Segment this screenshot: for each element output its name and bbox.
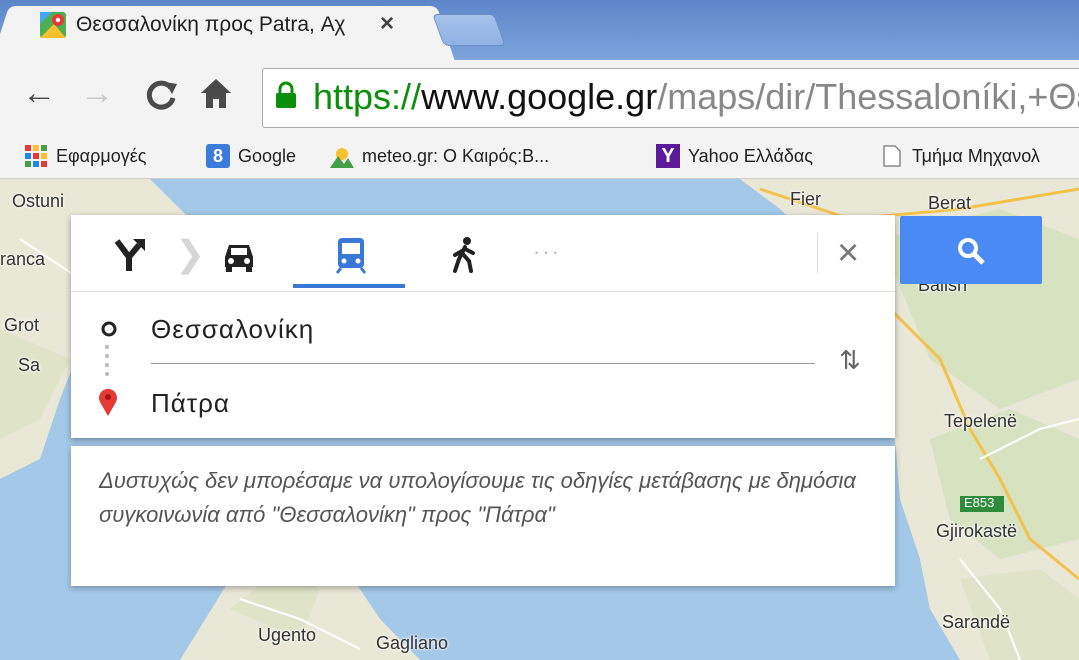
destination-input[interactable] [151,383,815,423]
url-host: www.google.gr [421,76,658,117]
reload-icon[interactable] [145,78,179,112]
apps-grid-icon [24,144,48,168]
travel-mode-bar: ❯ ··· × [71,215,895,292]
mode-divider [817,233,818,273]
bookmark-label: Εφαρμογές [56,145,147,166]
map-label-franca: ranca [0,249,46,269]
new-tab-button[interactable] [432,14,506,46]
meteo-icon [330,144,354,168]
more-modes[interactable]: ··· [533,239,561,265]
bookmark-page[interactable]: Τμήμα Μηχανολ [880,142,1040,170]
url-scheme: https:// [313,76,422,117]
bookmark-yahoo[interactable]: Y Yahoo Ελλάδας [656,142,813,170]
browser-toolbar: ← → https://www.google.gr/maps/dir/Thess… [0,60,1079,134]
map-label-tepelene: Tepelenë [944,411,1018,431]
directions-icon[interactable] [109,235,149,275]
selected-mode-indicator [293,284,405,288]
directions-panel: ❯ ··· × ⇅ [71,215,895,438]
bookmark-meteo[interactable]: meteo.gr: Ο Καιρός:Β... [330,142,549,170]
home-icon[interactable] [198,76,234,112]
map-label-e853: E853 [964,495,995,510]
bookmark-label: Yahoo Ελλάδας [688,145,813,166]
lock-icon [276,81,296,108]
google-icon: 8 [206,144,230,168]
tab-title: Θεσσαλονίκη προς Patra, Αχ [76,13,346,36]
url-path: /maps/dir/Thessaloníki,+Θεσ [657,76,1079,117]
bookmark-apps[interactable]: Εφαρμογές [24,142,146,170]
bookmark-label: Τμήμα Μηχανολ [912,145,1040,166]
map-label-grot: Grot [4,315,40,335]
map-label-ostuni: Ostuni [12,191,65,211]
back-arrow-icon[interactable]: ← [22,74,56,113]
car-icon[interactable] [219,235,259,275]
tab-strip: Θεσσαλονίκη προς Patra, Αχ × [0,0,1079,62]
address-bar[interactable]: https://www.google.gr/maps/dir/Thessalon… [262,68,1079,128]
no-route-message-card: Δυστυχώς δεν μπορέσαμε να υπολογίσουμε τ… [71,446,895,586]
google-maps-icon [40,12,66,38]
search-button[interactable] [900,216,1042,284]
url-text[interactable]: https://www.google.gr/maps/dir/Thessalon… [313,76,1079,118]
forward-arrow-icon[interactable]: → [80,74,114,113]
destination-pin-icon [99,388,117,416]
map-label-berat: Berat [928,193,972,213]
close-icon[interactable]: × [837,233,859,273]
bookmarks-bar: Εφαρμογές 8 Google meteo.gr: Ο Καιρός:Β.… [0,134,1079,179]
waypoint-separator [151,363,815,364]
swap-waypoints-icon[interactable]: ⇅ [839,345,861,376]
no-route-message: Δυστυχώς δεν μπορέσαμε να υπολογίσουμε τ… [99,468,856,527]
tab-close-icon[interactable]: × [380,10,394,38]
map-label-sa: Sa [18,355,41,375]
map-label-fier: Fier [790,189,821,209]
map-label-gagliano: Gagliano [376,633,449,653]
search-icon [958,238,985,265]
map-label-ugento: Ugento [258,625,317,645]
map-label-gjirokaste: Gjirokastë [936,521,1018,541]
origin-circle-icon [101,321,117,337]
page-icon [880,144,904,168]
chevron-right-icon: ❯ [175,233,206,274]
bookmark-label: meteo.gr: Ο Καιρός:Β... [362,145,550,166]
transit-icon[interactable] [331,235,371,275]
yahoo-icon: Y [656,144,680,168]
origin-input[interactable] [151,309,815,349]
map-label-sarande: Sarandë [942,612,1011,632]
route-dots [105,345,109,376]
bookmark-google[interactable]: 8 Google [206,142,296,170]
bookmark-label: Google [238,145,297,166]
walking-icon[interactable] [445,235,485,275]
